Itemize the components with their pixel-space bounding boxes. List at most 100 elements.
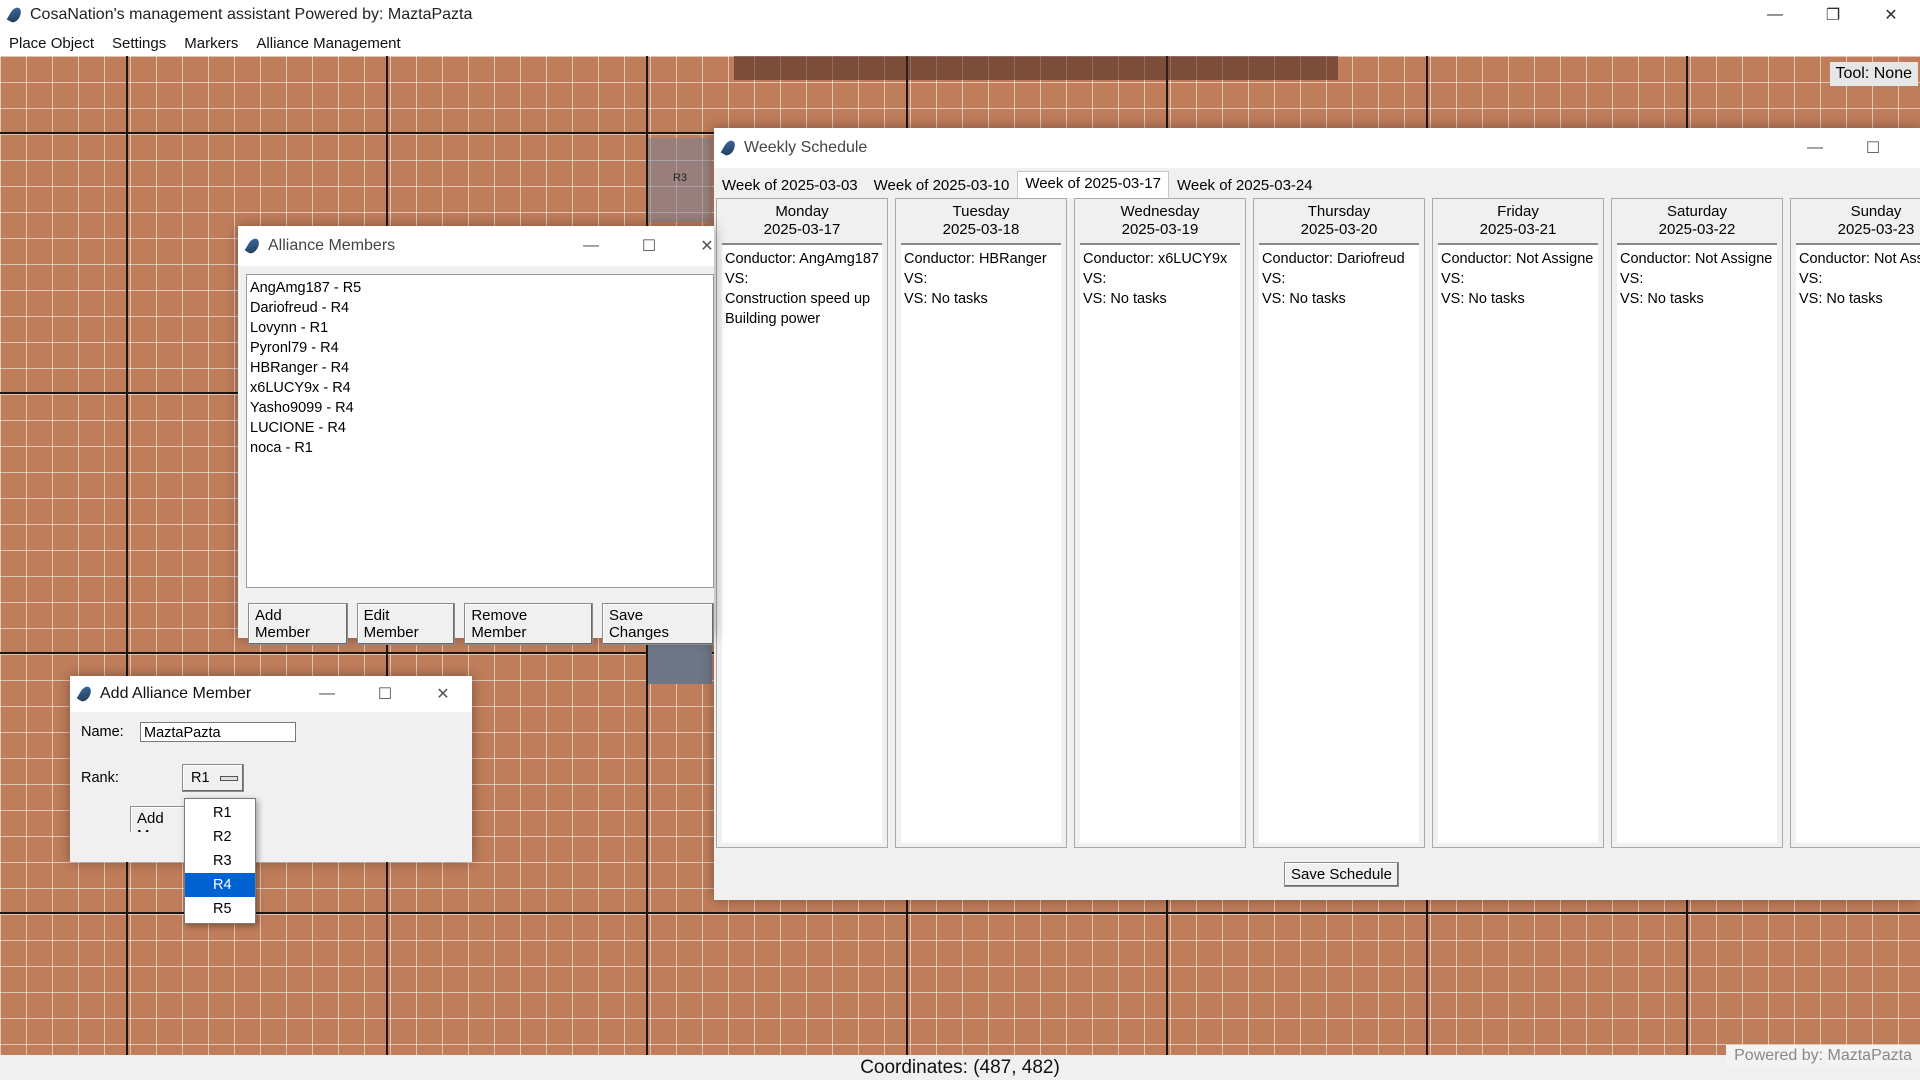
list-item[interactable]: x6LUCY9x - R4 — [250, 378, 713, 398]
rank-dropdown-list: R1 R2 R3 R4 R5 — [184, 798, 256, 924]
weekly-schedule-window: Weekly Schedule — ☐ Week of 2025-03-03 W… — [714, 128, 1920, 900]
close-icon[interactable]: ✕ — [414, 676, 472, 712]
rank-option-menu[interactable]: R1 — [182, 764, 244, 792]
maximize-icon[interactable]: ☐ — [356, 676, 414, 712]
day-line: VS: No tasks — [904, 291, 988, 307]
day-line: Building power — [725, 311, 821, 327]
list-item[interactable]: Yasho9099 - R4 — [250, 398, 713, 418]
restore-icon[interactable]: ❐ — [1804, 0, 1862, 30]
day-column-monday: Monday 2025-03-17 Conductor: AngAmg187 VS… — [716, 198, 888, 848]
tab-week-0324[interactable]: Week of 2025-03-24 — [1169, 173, 1321, 198]
day-name: Thursday — [1307, 203, 1371, 220]
app-title: CosaNation's management assistant Powere… — [30, 6, 473, 23]
name-input[interactable]: MaztaPazta — [140, 722, 296, 742]
day-line: VS: — [1262, 271, 1286, 287]
alliance-title: Alliance Members — [268, 237, 396, 254]
day-line: Conductor: AngAmg187 — [725, 251, 879, 267]
day-name: Wednesday — [1120, 203, 1200, 220]
day-columns: Monday 2025-03-17 Conductor: AngAmg187 VS… — [716, 198, 1920, 978]
save-changes-button[interactable]: Save Changes — [601, 603, 715, 645]
day-text[interactable]: Conductor: Dariofreud VS: VS: No tasks — [1259, 243, 1419, 843]
list-item[interactable]: Pyronl79 - R4 — [250, 338, 713, 358]
feather-icon — [720, 138, 738, 158]
edit-member-button[interactable]: Edit Member — [356, 603, 456, 645]
day-line: VS: — [1799, 271, 1823, 287]
close-icon[interactable]: ✕ — [678, 226, 736, 266]
list-item[interactable]: HBRanger - R4 — [250, 358, 713, 378]
day-column-tuesday: Tuesday 2025-03-18 Conductor: HBRanger VS… — [895, 198, 1067, 848]
minimize-icon[interactable]: — — [1786, 128, 1844, 168]
remove-member-button[interactable]: Remove Member — [464, 603, 593, 645]
app-feather-icon — [6, 5, 24, 25]
tab-week-0310[interactable]: Week of 2025-03-10 — [866, 173, 1018, 198]
day-column-thursday: Thursday 2025-03-20 Conductor: Dariofreud… — [1253, 198, 1425, 848]
minimize-icon[interactable]: — — [1746, 0, 1804, 30]
day-text[interactable]: Conductor: HBRanger VS: VS: No tasks — [901, 243, 1061, 843]
day-date: 2025-03-22 — [1658, 221, 1736, 238]
day-column-wednesday: Wednesday 2025-03-19 Conductor: x6LUCY9x … — [1074, 198, 1246, 848]
day-column-sunday: Sunday 2025-03-23 Conductor: Not Ass VS: … — [1790, 198, 1920, 848]
day-line: Conductor: Not Assigne — [1441, 251, 1594, 267]
day-text[interactable]: Conductor: Not Assigne VS: VS: No tasks — [1438, 243, 1598, 843]
add-member-button[interactable]: Add Member — [248, 603, 348, 645]
powered-by-label: Powered by: MaztaPazta — [1726, 1045, 1920, 1067]
minimize-icon[interactable]: — — [298, 676, 356, 712]
alliance-titlebar: Alliance Members — ☐ ✕ — [238, 226, 714, 266]
day-name: Tuesday — [952, 203, 1010, 220]
minimize-icon[interactable]: — — [562, 226, 620, 266]
day-text[interactable]: Conductor: x6LUCY9x VS: VS: No tasks — [1080, 243, 1240, 843]
map-tile-r3[interactable]: R3 — [648, 138, 712, 222]
app-titlebar: CosaNation's management assistant Powere… — [0, 0, 1920, 30]
rank-option-r2[interactable]: R2 — [185, 825, 255, 849]
menu-alliance-management[interactable]: Alliance Management — [247, 35, 409, 52]
day-date: 2025-03-21 — [1479, 221, 1557, 238]
add-member-titlebar: Add Alliance Member — ☐ ✕ — [70, 676, 472, 712]
list-item[interactable]: noca - R1 — [250, 438, 713, 458]
list-item[interactable]: AngAmg187 - R5 — [250, 278, 713, 298]
list-item[interactable]: Lovynn - R1 — [250, 318, 713, 338]
day-line: Conductor: x6LUCY9x — [1083, 251, 1228, 267]
week-tabs: Week of 2025-03-03 Week of 2025-03-10 We… — [714, 171, 1321, 198]
add-member-title: Add Alliance Member — [100, 685, 252, 702]
day-line: VS: — [1620, 271, 1644, 287]
coordinates-readout: Coordinates: (487, 482) — [860, 1057, 1060, 1078]
menu-bar: Place Object Settings Markers Alliance M… — [0, 30, 1920, 57]
day-text[interactable]: Conductor: AngAmg187 VS: Construction sp… — [722, 243, 882, 843]
day-date: 2025-03-18 — [942, 221, 1020, 238]
day-text[interactable]: Conductor: Not Assigne VS: VS: No tasks — [1617, 243, 1777, 843]
tab-week-0303[interactable]: Week of 2025-03-03 — [714, 173, 866, 198]
rank-option-r3[interactable]: R3 — [185, 849, 255, 873]
feather-icon — [76, 684, 94, 704]
list-item[interactable]: LUCIONE - R4 — [250, 418, 713, 438]
alliance-members-window: Alliance Members — ☐ ✕ AngAmg187 - R5 Da… — [238, 226, 715, 645]
name-label: Name: — [81, 724, 124, 740]
save-schedule-button[interactable]: Save Schedule — [1284, 862, 1399, 887]
list-item[interactable]: Dariofreud - R4 — [250, 298, 713, 318]
menu-place-object[interactable]: Place Object — [0, 35, 103, 52]
maximize-icon[interactable]: ☐ — [620, 226, 678, 266]
add-button-clipped: Add M — [130, 806, 186, 832]
day-text[interactable]: Conductor: Not Ass VS: VS: No tasks — [1796, 243, 1920, 843]
status-bar: Coordinates: (487, 482) — [0, 1055, 1920, 1080]
day-column-friday: Friday 2025-03-21 Conductor: Not Assigne … — [1432, 198, 1604, 848]
day-line: VS: No tasks — [1620, 291, 1704, 307]
day-line: VS: — [1083, 271, 1107, 287]
maximize-icon[interactable]: ☐ — [1844, 128, 1902, 168]
add-button[interactable]: Add M — [130, 806, 186, 832]
day-date: 2025-03-23 — [1837, 221, 1915, 238]
rank-option-r1[interactable]: R1 — [185, 801, 255, 825]
day-line: VS: — [904, 271, 928, 287]
save-schedule-wrap: Save Schedule — [1284, 862, 1399, 887]
menu-settings[interactable]: Settings — [103, 35, 175, 52]
menu-markers[interactable]: Markers — [175, 35, 247, 52]
members-list[interactable]: AngAmg187 - R5 Dariofreud - R4 Lovynn - … — [246, 274, 714, 588]
option-menu-indicator-icon — [219, 775, 238, 781]
day-name: Sunday — [1850, 203, 1902, 220]
tab-week-0317[interactable]: Week of 2025-03-17 — [1017, 171, 1169, 198]
day-line: Conductor: HBRanger — [904, 251, 1047, 267]
rank-option-r5[interactable]: R5 — [185, 897, 255, 921]
day-line: VS: — [725, 271, 749, 287]
day-line: Conductor: Not Ass — [1799, 251, 1920, 267]
close-icon[interactable]: ✕ — [1862, 0, 1920, 30]
rank-option-r4[interactable]: R4 — [185, 873, 255, 897]
